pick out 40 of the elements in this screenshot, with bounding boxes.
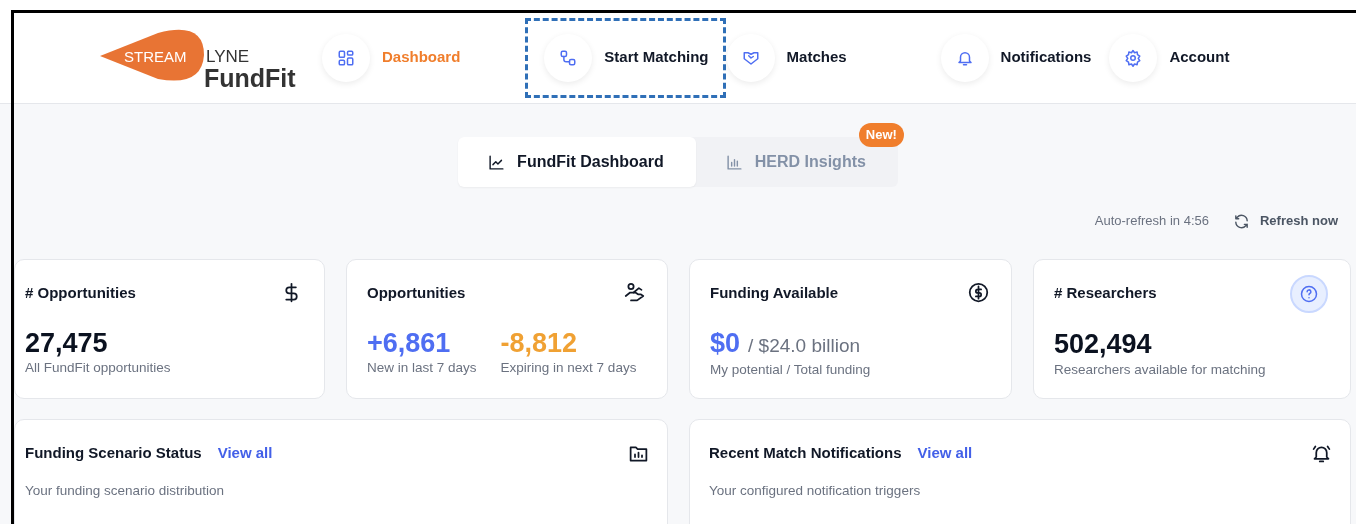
bar-chart-icon — [725, 153, 743, 171]
refresh-icon — [1233, 212, 1250, 230]
help-button[interactable] — [1290, 275, 1328, 313]
stat-value: -8,812 — [500, 328, 578, 359]
connected-squares-icon — [559, 48, 578, 67]
nav-link[interactable]: Matches — [722, 33, 851, 82]
stat-value: $0 — [710, 328, 741, 359]
stat-title: # Opportunities — [25, 283, 136, 303]
stat-value: 27,475 — [25, 328, 108, 359]
view-all-link[interactable]: View all — [217, 442, 273, 465]
stat-caption: My potential / Total funding — [710, 361, 871, 379]
streamlyne-fundfit-logo[interactable]: STREAM LYNE FundFit — [100, 26, 300, 89]
panel-subtitle: Your configured notification triggers — [709, 481, 922, 500]
stat-caption: Researchers available for matching — [1054, 360, 1266, 379]
stat-value: +6,861 — [367, 328, 451, 359]
stat-total: / $24.0 billion — [748, 333, 860, 358]
panel-subtitle: Your funding scenario distribution — [25, 481, 226, 500]
stat-title: # Researchers — [1054, 283, 1157, 303]
stat-title: Funding Available — [710, 283, 839, 303]
new-badge: New! — [858, 123, 904, 147]
nav-link[interactable]: Notifications — [936, 33, 1096, 82]
panel-title: Funding Scenario Status — [25, 443, 202, 463]
stat-caption: All FundFit opportunities — [25, 359, 171, 378]
stat-title: Opportunities — [367, 283, 466, 303]
refresh-button[interactable]: Refresh now — [1233, 211, 1338, 231]
highlighted-nav-link[interactable]: Start Matching — [528, 20, 723, 95]
nav-link[interactable]: Account — [1105, 33, 1234, 82]
tab[interactable]: FundFit Dashboard — [458, 137, 696, 187]
stat-value: 502,494 — [1054, 330, 1152, 360]
dollar-coin-icon — [968, 282, 989, 303]
hand-with-coin-icon — [624, 282, 645, 303]
grid-icon — [337, 48, 355, 67]
view-all-link[interactable]: View all — [917, 442, 973, 465]
line-chart-icon — [488, 153, 506, 171]
help-icon — [1300, 285, 1318, 303]
stat-caption: New in last 7 days — [367, 359, 477, 378]
panel-title: Recent Match Notifications — [709, 443, 902, 463]
stat-caption: Expiring in next 7 days — [500, 359, 637, 378]
settings-icon — [1124, 48, 1143, 67]
auto-refresh-countdown: Auto-refresh in 4:56 — [1094, 212, 1209, 231]
